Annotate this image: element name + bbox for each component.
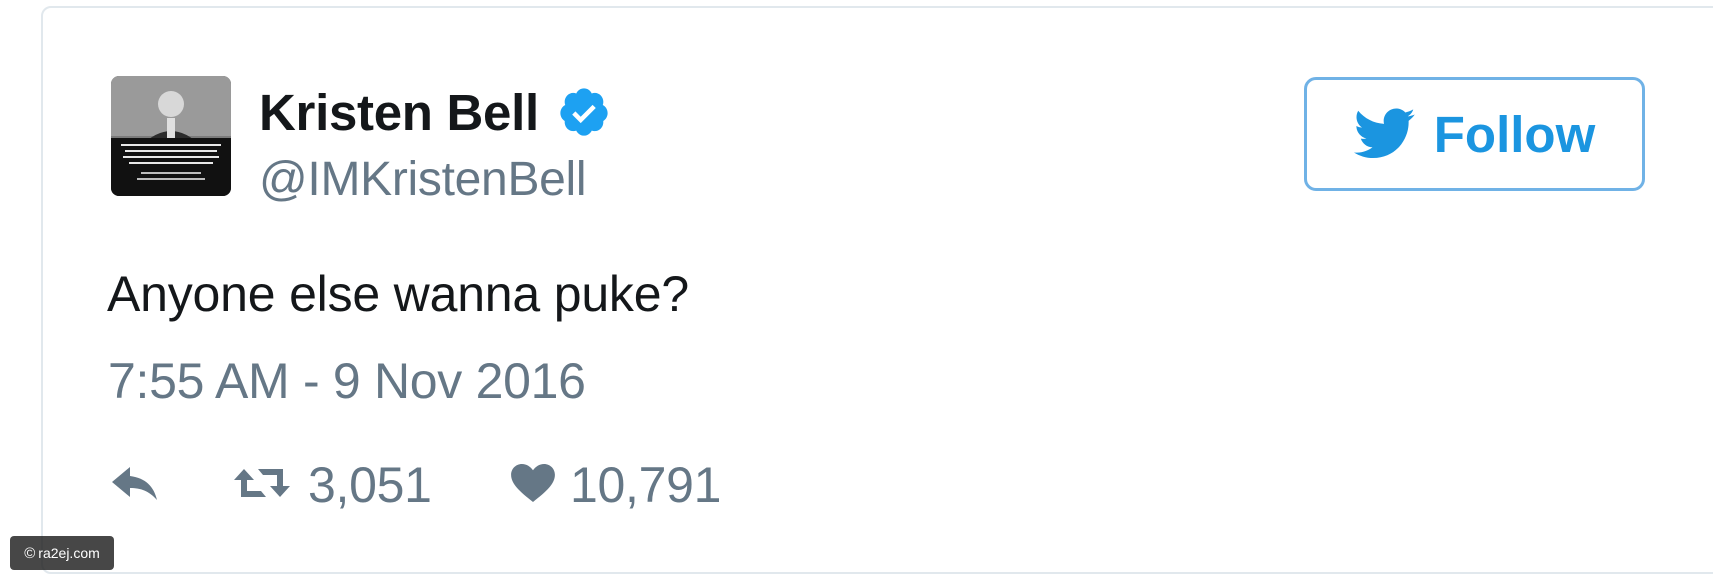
- retweet-icon: [234, 463, 290, 508]
- retweet-count: 3,051: [308, 457, 432, 513]
- user-handle[interactable]: @IMKristenBell: [259, 152, 587, 207]
- tweet-text: Anyone else wanna puke?: [107, 266, 689, 322]
- avatar-image: [111, 76, 231, 196]
- verified-badge-icon: [557, 85, 611, 139]
- follow-button[interactable]: Follow: [1304, 77, 1645, 191]
- tweet-timestamp[interactable]: 7:55 AM - 9 Nov 2016: [108, 352, 586, 410]
- reply-button[interactable]: [110, 450, 160, 520]
- follow-button-label: Follow: [1433, 105, 1596, 163]
- avatar[interactable]: [111, 76, 231, 196]
- copyright-icon: ©: [24, 544, 36, 562]
- like-button[interactable]: 10,791: [510, 450, 721, 520]
- retweet-button[interactable]: 3,051: [234, 450, 432, 520]
- heart-icon: [510, 463, 556, 508]
- user-name-row: Kristen Bell: [259, 82, 611, 142]
- display-name[interactable]: Kristen Bell: [259, 83, 539, 142]
- reply-icon: [110, 463, 160, 508]
- watermark-text: ra2ej.com: [38, 545, 100, 561]
- watermark: © ra2ej.com: [10, 536, 114, 570]
- like-count: 10,791: [570, 457, 722, 513]
- page: Kristen Bell @IMKristenBell Follow Anyon…: [0, 0, 1713, 580]
- twitter-bird-icon: [1353, 108, 1416, 160]
